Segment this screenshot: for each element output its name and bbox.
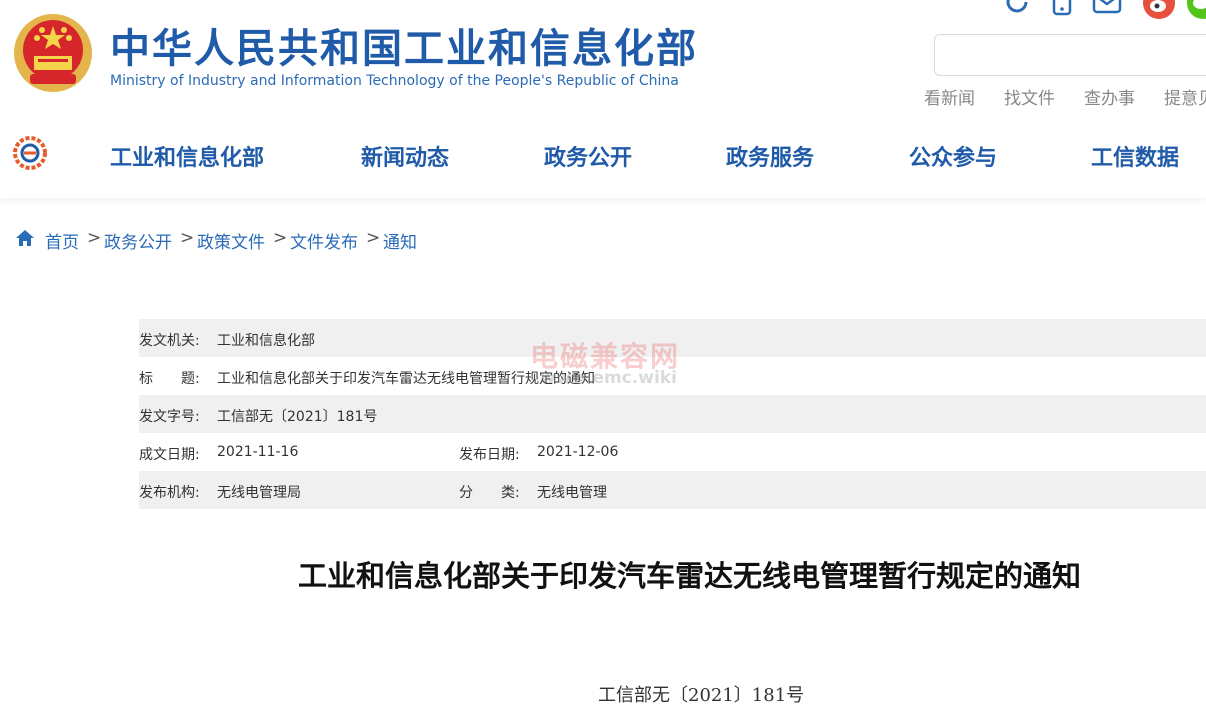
issuer-value: 工业和信息化部 bbox=[217, 333, 315, 349]
refresh-icon[interactable] bbox=[1004, 0, 1032, 20]
created-date-label: 成文日期: bbox=[139, 447, 200, 463]
published-date-label: 发布日期: bbox=[459, 447, 520, 463]
breadcrumb-file-release[interactable]: 文件发布 bbox=[290, 228, 358, 253]
search-input[interactable] bbox=[934, 34, 1206, 76]
doc-number-label: 发文字号: bbox=[139, 409, 200, 425]
nav-item-news[interactable]: 新闻动态 bbox=[361, 140, 449, 172]
info-row-org: 发布机构: 无线电管理局 分 类: 无线电管理 bbox=[139, 471, 1206, 509]
breadcrumb-separator: > bbox=[366, 228, 381, 248]
home-icon[interactable] bbox=[15, 229, 35, 247]
doc-number-value: 工信部无〔2021〕181号 bbox=[217, 409, 378, 425]
mobile-icon[interactable] bbox=[1050, 0, 1074, 20]
category-label: 分 类: bbox=[459, 485, 520, 501]
miit-logo-icon bbox=[13, 136, 47, 170]
org-label: 发布机构: bbox=[139, 485, 200, 501]
breadcrumb-policy-docs[interactable]: 政策文件 bbox=[197, 228, 265, 253]
weibo-icon[interactable] bbox=[1142, 0, 1176, 20]
wechat-icon[interactable] bbox=[1186, 0, 1206, 20]
breadcrumb-gov-affairs[interactable]: 政务公开 bbox=[104, 228, 172, 253]
breadcrumb-separator: > bbox=[273, 228, 288, 248]
breadcrumb-separator: > bbox=[87, 228, 102, 248]
document-number: 工信部无〔2021〕181号 bbox=[598, 685, 805, 706]
site-title-en: Ministry of Industry and Information Tec… bbox=[110, 73, 679, 89]
nav-item-gov-services[interactable]: 政务服务 bbox=[726, 140, 814, 172]
nav-item-data[interactable]: 工信数据 bbox=[1091, 140, 1179, 172]
org-value: 无线电管理局 bbox=[217, 485, 301, 501]
breadcrumb-notice[interactable]: 通知 bbox=[383, 228, 417, 253]
quick-link-news[interactable]: 看新闻 bbox=[924, 84, 975, 109]
nav-item-ministry[interactable]: 工业和信息化部 bbox=[110, 140, 264, 172]
breadcrumb-separator: > bbox=[180, 228, 195, 248]
category-value: 无线电管理 bbox=[537, 485, 607, 501]
title-label: 标 题: bbox=[139, 371, 200, 387]
site-title-cn: 中华人民共和国工业和信息化部 bbox=[110, 26, 698, 72]
nav-item-public-participation[interactable]: 公众参与 bbox=[909, 140, 997, 172]
watermark-url: www.emc.wiki bbox=[540, 368, 677, 388]
top-icon-bar bbox=[1000, 0, 1206, 20]
info-row-dates: 成文日期: 2021-11-16 发布日期: 2021-12-06 bbox=[139, 433, 1206, 471]
quick-link-services[interactable]: 查办事 bbox=[1084, 84, 1135, 109]
created-date-value: 2021-11-16 bbox=[217, 444, 299, 460]
nav-item-gov-affairs[interactable]: 政务公开 bbox=[544, 140, 632, 172]
info-row-doc-number: 发文字号: 工信部无〔2021〕181号 bbox=[139, 395, 1206, 433]
published-date-value: 2021-12-06 bbox=[537, 444, 619, 460]
quick-link-files[interactable]: 找文件 bbox=[1004, 84, 1055, 109]
issuer-label: 发文机关: bbox=[139, 333, 200, 349]
mail-icon[interactable] bbox=[1092, 0, 1122, 20]
document-title: 工业和信息化部关于印发汽车雷达无线电管理暂行规定的通知 bbox=[298, 559, 1082, 593]
national-emblem-logo bbox=[14, 14, 92, 92]
breadcrumb-home[interactable]: 首页 bbox=[45, 228, 79, 253]
quick-link-feedback[interactable]: 提意见 bbox=[1164, 84, 1206, 109]
